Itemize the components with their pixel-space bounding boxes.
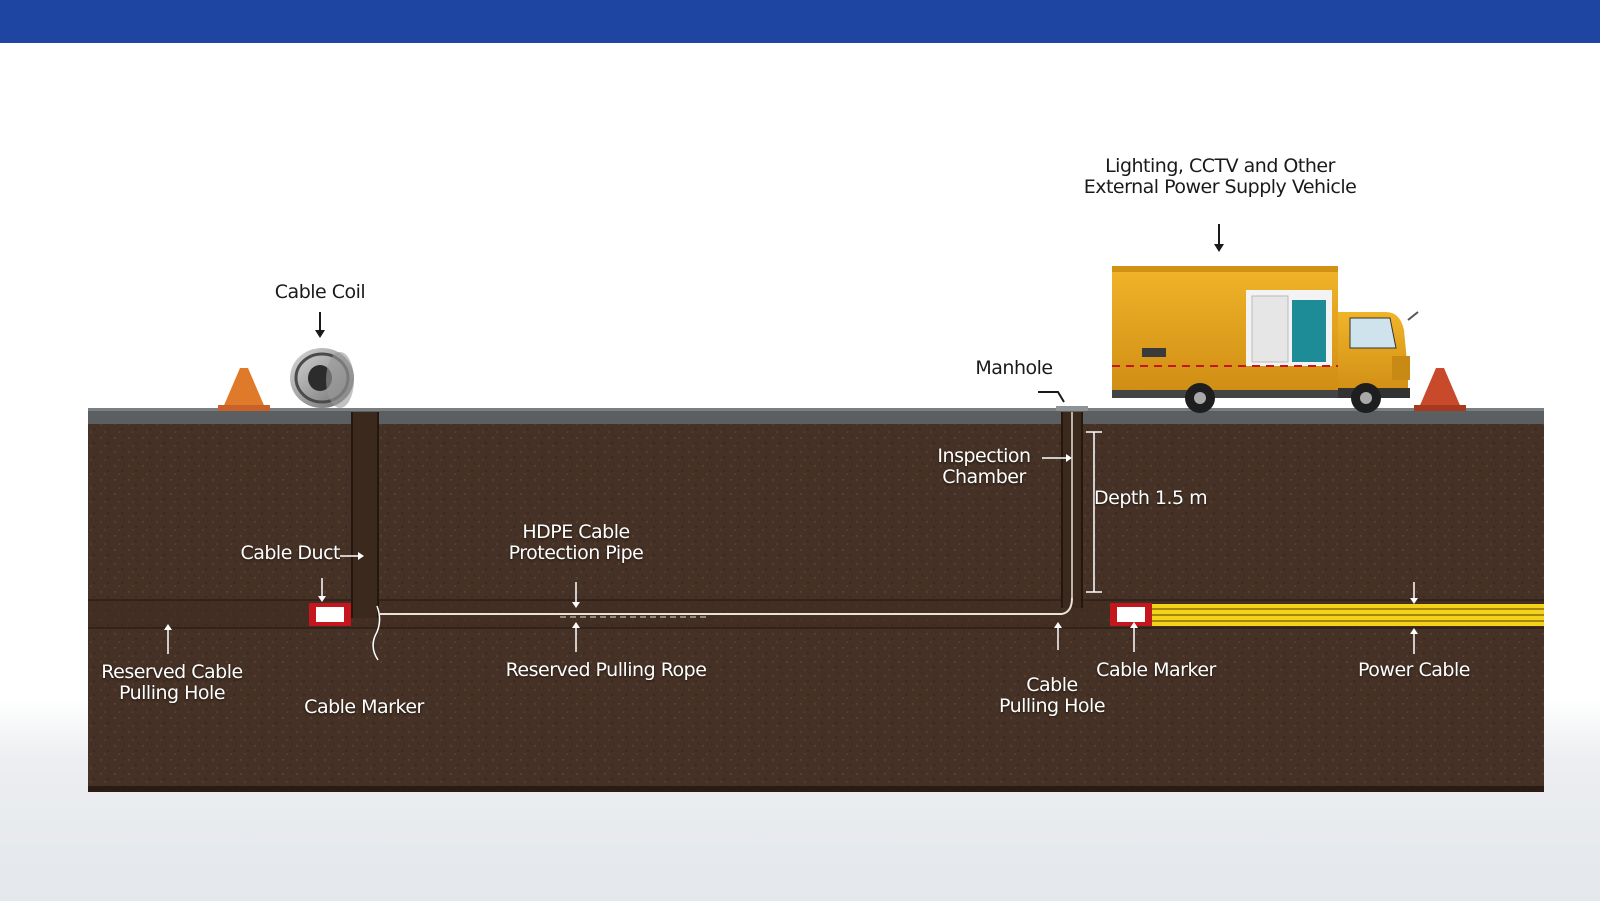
vehicle-label: Lighting, CCTV and Other External Power …	[1083, 155, 1357, 199]
cable-duct-label: Cable Duct	[240, 542, 340, 564]
cable-marker-icon	[1110, 603, 1152, 626]
traffic-cone-icon	[218, 368, 270, 411]
hdpe-pipe-label: HDPE Cable Protection Pipe	[508, 521, 644, 565]
power-cable-label: Power Cable	[1358, 659, 1470, 681]
reserved-pulling-hole-label: Reserved Cable Pulling Hole	[101, 661, 243, 705]
cable-marker-right-label: Cable Marker	[1096, 659, 1216, 681]
ground-section	[88, 408, 1544, 792]
inspection-chamber-label: Inspection Chamber	[937, 445, 1031, 489]
arrow-icon	[315, 224, 1224, 403]
inspection-chamber-shaft	[1061, 412, 1083, 608]
road-surface	[88, 410, 1544, 424]
cable-marker-left-label: Cable Marker	[304, 696, 424, 718]
power-cable	[1148, 604, 1544, 626]
trenchless-cable-diagram	[88, 224, 1544, 792]
cable-coil-icon	[290, 348, 354, 408]
manhole-cover-icon	[1056, 406, 1088, 411]
cable-coil-label: Cable Coil	[274, 281, 366, 303]
reserved-pulling-rope-label: Reserved Pulling Rope	[505, 659, 707, 681]
cable-marker-icon	[309, 603, 351, 626]
cable-pulling-hole-label: Cable Pulling Hole	[998, 674, 1106, 718]
cable-duct-shaft	[351, 412, 379, 618]
depth-label: Depth 1.5 m	[1094, 487, 1208, 509]
traffic-cone-icon	[1414, 368, 1466, 411]
manhole-label: Manhole	[975, 357, 1053, 379]
power-supply-truck-icon	[1112, 266, 1419, 413]
